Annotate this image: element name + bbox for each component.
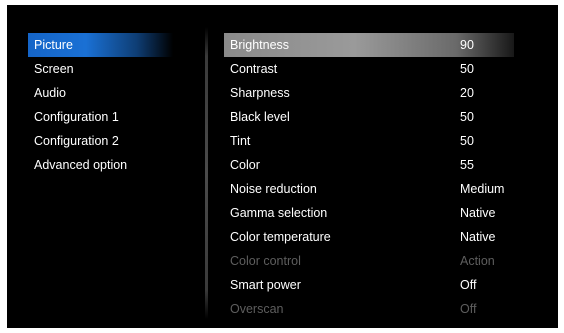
setting-label: Tint	[230, 134, 251, 148]
setting-value: 55	[460, 158, 474, 172]
menu-divider	[205, 27, 208, 319]
setting-label: Overscan	[230, 302, 284, 316]
setting-label: Black level	[230, 110, 290, 124]
setting-row-brightness[interactable]: Brightness 90	[224, 33, 514, 57]
category-menu: Picture Screen Audio Configuration 1 Con…	[28, 33, 173, 177]
category-picture[interactable]: Picture	[28, 33, 173, 57]
setting-value: Action	[460, 254, 495, 268]
setting-value: 90	[460, 38, 474, 52]
setting-label: Brightness	[230, 38, 290, 52]
setting-value: 20	[460, 86, 474, 100]
setting-label: Noise reduction	[230, 182, 317, 196]
setting-value: Native	[460, 206, 496, 220]
setting-row-sharpness[interactable]: Sharpness 20	[224, 81, 514, 105]
category-audio[interactable]: Audio	[28, 81, 173, 105]
setting-value: 50	[460, 62, 474, 76]
setting-label: Sharpness	[230, 86, 290, 100]
osd-menu-panel: Picture Screen Audio Configuration 1 Con…	[7, 5, 558, 328]
setting-value: Medium	[460, 182, 505, 196]
setting-value: Off	[460, 278, 477, 292]
category-advanced-option[interactable]: Advanced option	[28, 153, 173, 177]
setting-row-contrast[interactable]: Contrast 50	[224, 57, 514, 81]
category-screen[interactable]: Screen	[28, 57, 173, 81]
setting-label: Color temperature	[230, 230, 331, 244]
setting-label: Contrast	[230, 62, 278, 76]
setting-row-color-control: Color control Action	[224, 249, 514, 273]
setting-row-overscan: Overscan Off	[224, 297, 514, 321]
setting-value: Off	[460, 302, 477, 316]
setting-value: 50	[460, 110, 474, 124]
setting-row-black-level[interactable]: Black level 50	[224, 105, 514, 129]
picture-settings-list: Brightness 90 Contrast 50 Sharpness 20 B…	[224, 33, 514, 321]
setting-row-noise-reduction[interactable]: Noise reduction Medium	[224, 177, 514, 201]
setting-row-color-temperature[interactable]: Color temperature Native	[224, 225, 514, 249]
setting-label: Smart power	[230, 278, 301, 292]
setting-label: Color control	[230, 254, 301, 268]
setting-value: Native	[460, 230, 496, 244]
category-configuration-1[interactable]: Configuration 1	[28, 105, 173, 129]
setting-row-color[interactable]: Color 55	[224, 153, 514, 177]
setting-value: 50	[460, 134, 474, 148]
setting-row-tint[interactable]: Tint 50	[224, 129, 514, 153]
category-configuration-2[interactable]: Configuration 2	[28, 129, 173, 153]
setting-row-smart-power[interactable]: Smart power Off	[224, 273, 514, 297]
setting-row-gamma-selection[interactable]: Gamma selection Native	[224, 201, 514, 225]
setting-label: Gamma selection	[230, 206, 328, 220]
setting-label: Color	[230, 158, 260, 172]
